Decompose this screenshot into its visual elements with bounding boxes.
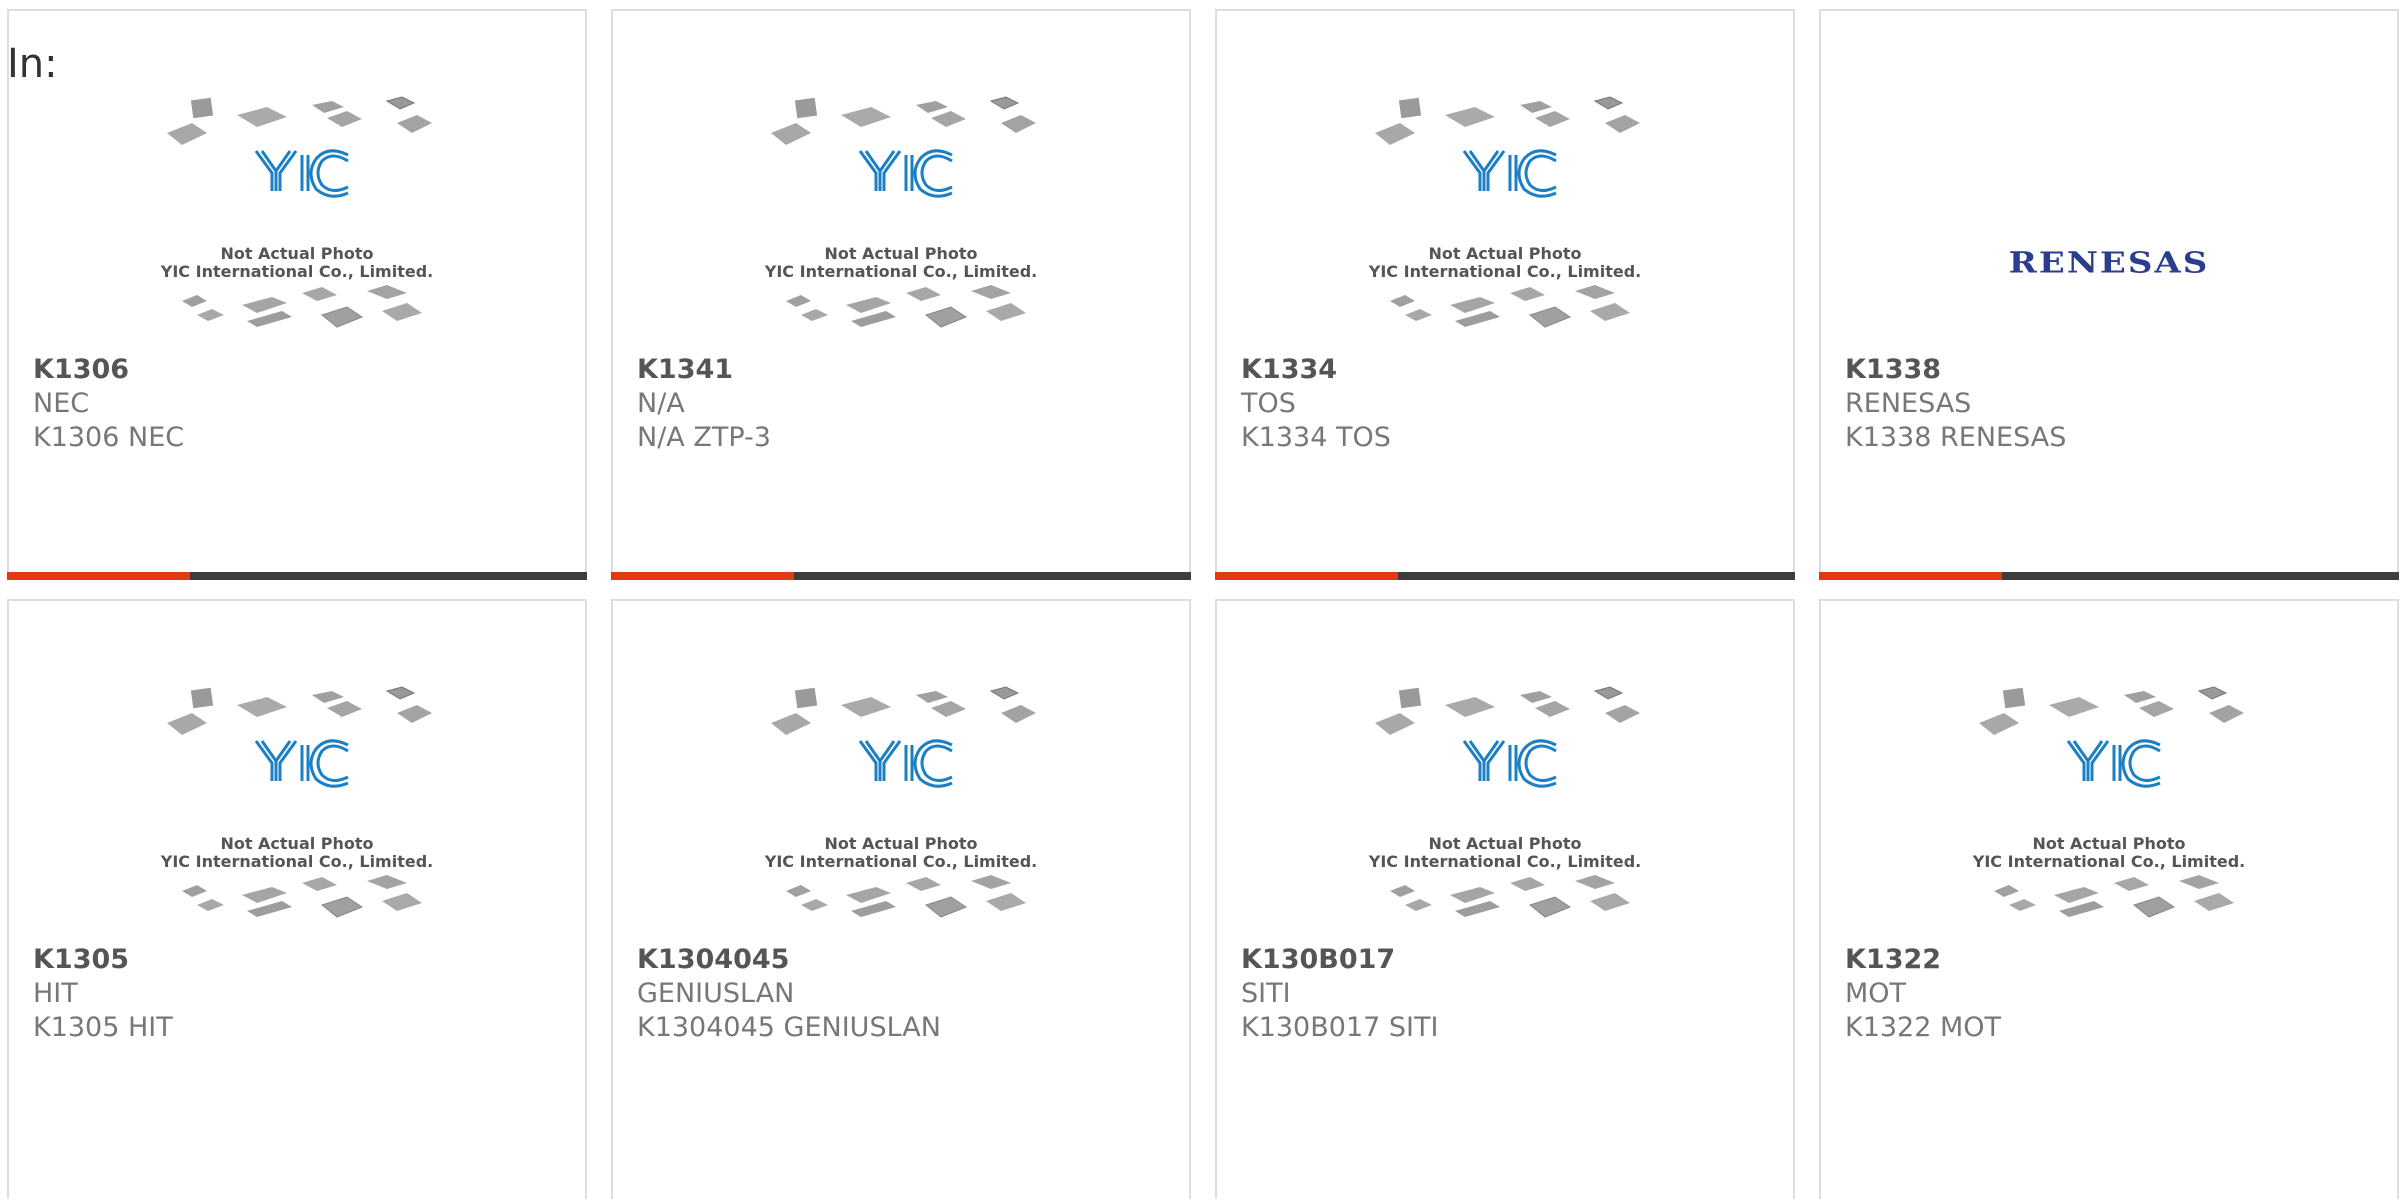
yic-placeholder-icon bbox=[1374, 686, 1640, 918]
card-accent-bar bbox=[611, 572, 1191, 580]
part-number[interactable]: K1304045 bbox=[637, 943, 941, 977]
card-accent-bar bbox=[1215, 572, 1795, 580]
manufacturer: RENESAS bbox=[1845, 388, 1972, 419]
part-number[interactable]: K1305 bbox=[33, 943, 173, 977]
product-image-placeholder: Not Actual Photo YIC International Co., … bbox=[9, 93, 585, 363]
watermark-line-2: YIC International Co., Limited. bbox=[764, 262, 1038, 281]
renesas-logo: RENESAS bbox=[2008, 246, 2210, 280]
yic-placeholder-icon bbox=[1374, 96, 1640, 328]
description: K1338 RENESAS bbox=[1845, 422, 2067, 453]
product-card[interactable]: Not Actual Photo YIC International Co., … bbox=[7, 599, 587, 1199]
part-number[interactable]: K1338 bbox=[1845, 353, 2066, 387]
description: K1305 HIT bbox=[33, 1012, 173, 1043]
part-number[interactable]: K1322 bbox=[1845, 943, 2001, 977]
part-number[interactable]: K1334 bbox=[1241, 353, 1391, 387]
product-card[interactable]: Not Actual Photo YIC International Co., … bbox=[1215, 9, 1795, 580]
yic-placeholder-icon bbox=[1978, 686, 2244, 918]
manufacturer: NEC bbox=[33, 388, 90, 419]
manufacturer: MOT bbox=[1845, 978, 1907, 1009]
yic-placeholder-icon bbox=[770, 96, 1036, 328]
product-image-placeholder: Not Actual Photo YIC International Co., … bbox=[9, 683, 585, 953]
description: N/A ZTP-3 bbox=[637, 422, 771, 453]
watermark-line-1: Not Actual Photo bbox=[2032, 834, 2186, 853]
watermark-line-1: Not Actual Photo bbox=[824, 834, 978, 853]
product-image-placeholder: Not Actual Photo YIC International Co., … bbox=[1217, 93, 1793, 363]
description: K1334 TOS bbox=[1241, 422, 1391, 453]
watermark-line-1: Not Actual Photo bbox=[824, 244, 978, 263]
in-label: In: bbox=[7, 41, 58, 87]
part-number[interactable]: K1341 bbox=[637, 353, 771, 387]
description: K130B017 SITI bbox=[1241, 1012, 1439, 1043]
description: K1322 MOT bbox=[1845, 1012, 2002, 1043]
yic-placeholder-icon bbox=[166, 686, 432, 918]
product-image-placeholder: Not Actual Photo YIC International Co., … bbox=[1217, 683, 1793, 953]
product-image-placeholder: Not Actual Photo YIC International Co., … bbox=[1821, 683, 2397, 953]
description: K1306 NEC bbox=[33, 422, 185, 453]
manufacturer: SITI bbox=[1241, 978, 1291, 1009]
product-card[interactable]: RENESAS K1338 RENESAS K1338 RENESAS bbox=[1819, 9, 2399, 580]
yic-placeholder-icon bbox=[770, 686, 1036, 918]
product-image-renesas: RENESAS bbox=[1821, 93, 2397, 363]
watermark-line-2: YIC International Co., Limited. bbox=[764, 852, 1038, 871]
watermark-line-2: YIC International Co., Limited. bbox=[1368, 852, 1642, 871]
part-number[interactable]: K1306 bbox=[33, 353, 184, 387]
watermark-line-1: Not Actual Photo bbox=[1428, 834, 1582, 853]
watermark-line-1: Not Actual Photo bbox=[220, 244, 374, 263]
manufacturer: TOS bbox=[1241, 388, 1296, 419]
manufacturer: HIT bbox=[33, 978, 78, 1009]
watermark-line-2: YIC International Co., Limited. bbox=[1972, 852, 2246, 871]
card-accent-bar bbox=[7, 572, 587, 580]
manufacturer: N/A bbox=[637, 388, 685, 419]
product-card[interactable]: Not Actual Photo YIC International Co., … bbox=[1819, 599, 2399, 1199]
manufacturer: GENIUSLAN bbox=[637, 978, 795, 1009]
product-card[interactable]: Not Actual Photo YIC International Co., … bbox=[1215, 599, 1795, 1199]
part-number[interactable]: K130B017 bbox=[1241, 943, 1438, 977]
watermark-line-1: Not Actual Photo bbox=[220, 834, 374, 853]
watermark-line-2: YIC International Co., Limited. bbox=[160, 262, 434, 281]
product-image-placeholder: Not Actual Photo YIC International Co., … bbox=[613, 683, 1189, 953]
product-card[interactable]: Not Actual Photo YIC International Co., … bbox=[611, 9, 1191, 580]
watermark-line-2: YIC International Co., Limited. bbox=[160, 852, 434, 871]
card-accent-bar bbox=[1819, 572, 2399, 580]
watermark-line-1: Not Actual Photo bbox=[1428, 244, 1582, 263]
product-image-placeholder: Not Actual Photo YIC International Co., … bbox=[613, 93, 1189, 363]
yic-placeholder-icon bbox=[166, 96, 432, 328]
watermark-line-2: YIC International Co., Limited. bbox=[1368, 262, 1642, 281]
description: K1304045 GENIUSLAN bbox=[637, 1012, 941, 1043]
product-card[interactable]: Not Actual Photo YIC International Co., … bbox=[611, 599, 1191, 1199]
product-card[interactable]: Not Actual Photo YIC International Co., … bbox=[7, 9, 587, 580]
